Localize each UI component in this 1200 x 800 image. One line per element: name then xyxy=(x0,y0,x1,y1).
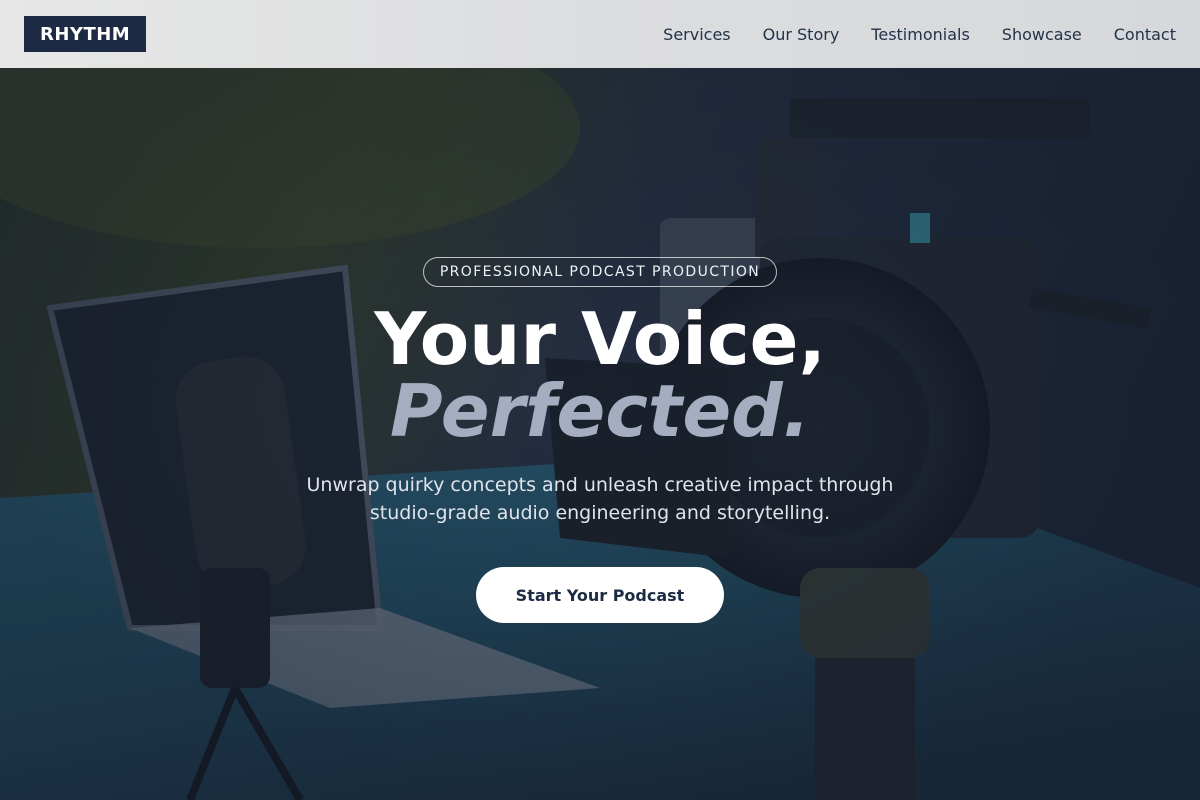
hero-badge: PROFESSIONAL PODCAST PRODUCTION xyxy=(423,257,777,287)
start-podcast-button[interactable]: Start Your Podcast xyxy=(476,567,724,623)
logo[interactable]: RHYTHM xyxy=(24,16,147,52)
nav-contact[interactable]: Contact xyxy=(1114,25,1176,44)
hero-section: PROFESSIONAL PODCAST PRODUCTION Your Voi… xyxy=(0,68,1200,800)
hero-title-line2: Perfected. xyxy=(389,369,811,453)
hero-subtitle-line2: studio-grade audio engineering and story… xyxy=(369,502,831,524)
hero-subtitle: Unwrap quirky concepts and unleash creat… xyxy=(260,471,940,527)
hero-subtitle-line1: Unwrap quirky concepts and unleash creat… xyxy=(306,474,894,496)
nav-showcase[interactable]: Showcase xyxy=(1002,25,1082,44)
nav-services[interactable]: Services xyxy=(663,25,730,44)
main-nav: Services Our Story Testimonials Showcase… xyxy=(663,25,1176,44)
nav-testimonials[interactable]: Testimonials xyxy=(871,25,970,44)
nav-our-story[interactable]: Our Story xyxy=(763,25,840,44)
hero-title-line1: Your Voice, xyxy=(374,297,826,381)
site-header: RHYTHM Services Our Story Testimonials S… xyxy=(0,0,1200,68)
